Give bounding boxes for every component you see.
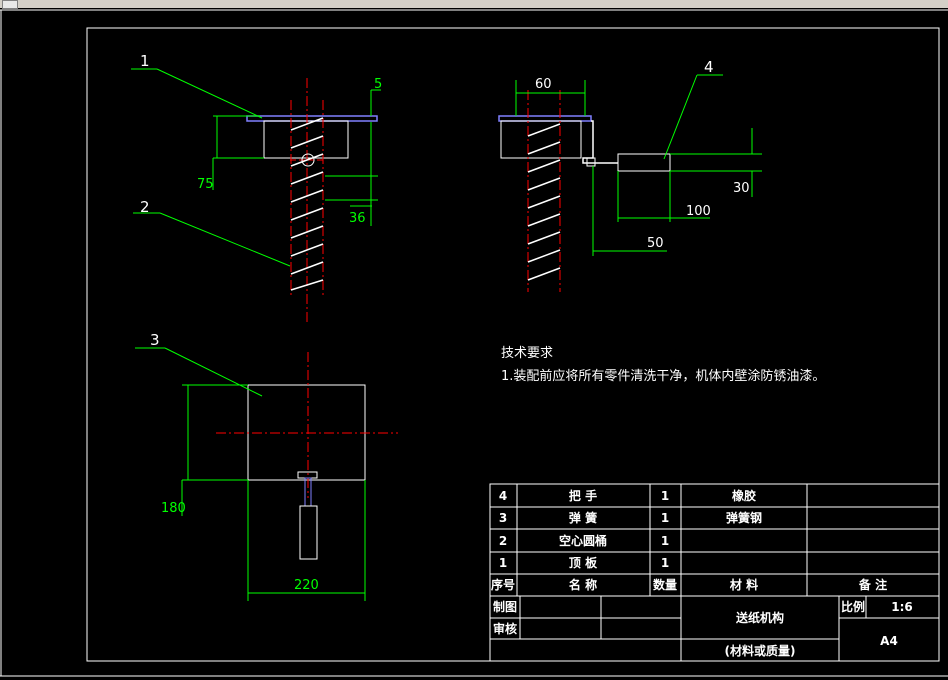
checked-by-label: 审核 [493, 621, 517, 636]
dim-60: 60 [535, 77, 552, 92]
view-top: 180 220 3 [135, 331, 398, 601]
notes-heading: 技术要求 [501, 346, 553, 361]
handle-bracket [582, 120, 618, 164]
drawing-title: 送纸机构 [735, 610, 784, 625]
bom-no: 2 [499, 534, 507, 548]
hollow-cylinder [500, 120, 582, 159]
scale-label: 比例 [841, 599, 865, 614]
top-plate [246, 115, 378, 122]
header-material: 材 料 [729, 577, 758, 592]
material-mass: (材料或质量) [725, 643, 796, 658]
bom-name: 顶 板 [569, 555, 598, 570]
top-plate [498, 115, 592, 122]
leader-2: 2 [140, 198, 150, 216]
bom-no: 4 [499, 489, 507, 503]
dim-5: 5 [374, 77, 382, 92]
dim-220: 220 [294, 578, 319, 593]
bom-qty: 1 [661, 511, 669, 525]
bom-name: 弹 簧 [569, 510, 597, 525]
dim-180: 180 [161, 501, 186, 516]
hollow-cylinder [263, 120, 349, 159]
view-front: 75 5 36 1 2 [131, 52, 382, 322]
title-block [489, 483, 940, 662]
drawn-by-label: 制图 [493, 599, 517, 614]
cad-canvas[interactable]: 75 5 36 1 2 60 30 100 50 4 180 220 3 技术要… [0, 0, 948, 680]
handle [617, 153, 671, 172]
dim-30: 30 [733, 181, 750, 196]
dim-75: 75 [197, 177, 214, 192]
sheet-size: A4 [880, 634, 898, 648]
scale-value: 1:6 [891, 600, 913, 614]
dim-36: 36 [349, 211, 366, 226]
header-qty: 数量 [653, 577, 677, 592]
leader-1: 1 [140, 52, 150, 70]
spring [527, 123, 561, 281]
header-no: 序号 [491, 577, 515, 592]
drawing-frame [86, 27, 940, 662]
dim-50: 50 [647, 236, 664, 251]
leader-4: 4 [704, 58, 714, 76]
bom-name: 把 手 [569, 488, 597, 503]
bom-no: 3 [499, 511, 507, 525]
header-remark: 备 注 [858, 577, 887, 592]
bom-qty: 1 [661, 556, 669, 570]
leader-3: 3 [150, 331, 160, 349]
handle [299, 505, 318, 560]
bom-qty: 1 [661, 534, 669, 548]
header-name: 名 称 [569, 577, 597, 592]
bracket-joint [586, 157, 596, 167]
bom-qty: 1 [661, 489, 669, 503]
bom-name: 空心圆桶 [559, 533, 607, 548]
bom-material: 橡胶 [732, 488, 756, 503]
view-side: 60 30 100 50 4 [498, 58, 762, 292]
bom-material: 弹簧钢 [726, 510, 762, 525]
bom-no: 1 [499, 556, 507, 570]
dim-100: 100 [686, 204, 711, 219]
notes-line-1: 1.装配前应将所有零件清洗干净，机体内壁涂防锈油漆。 [501, 368, 825, 384]
